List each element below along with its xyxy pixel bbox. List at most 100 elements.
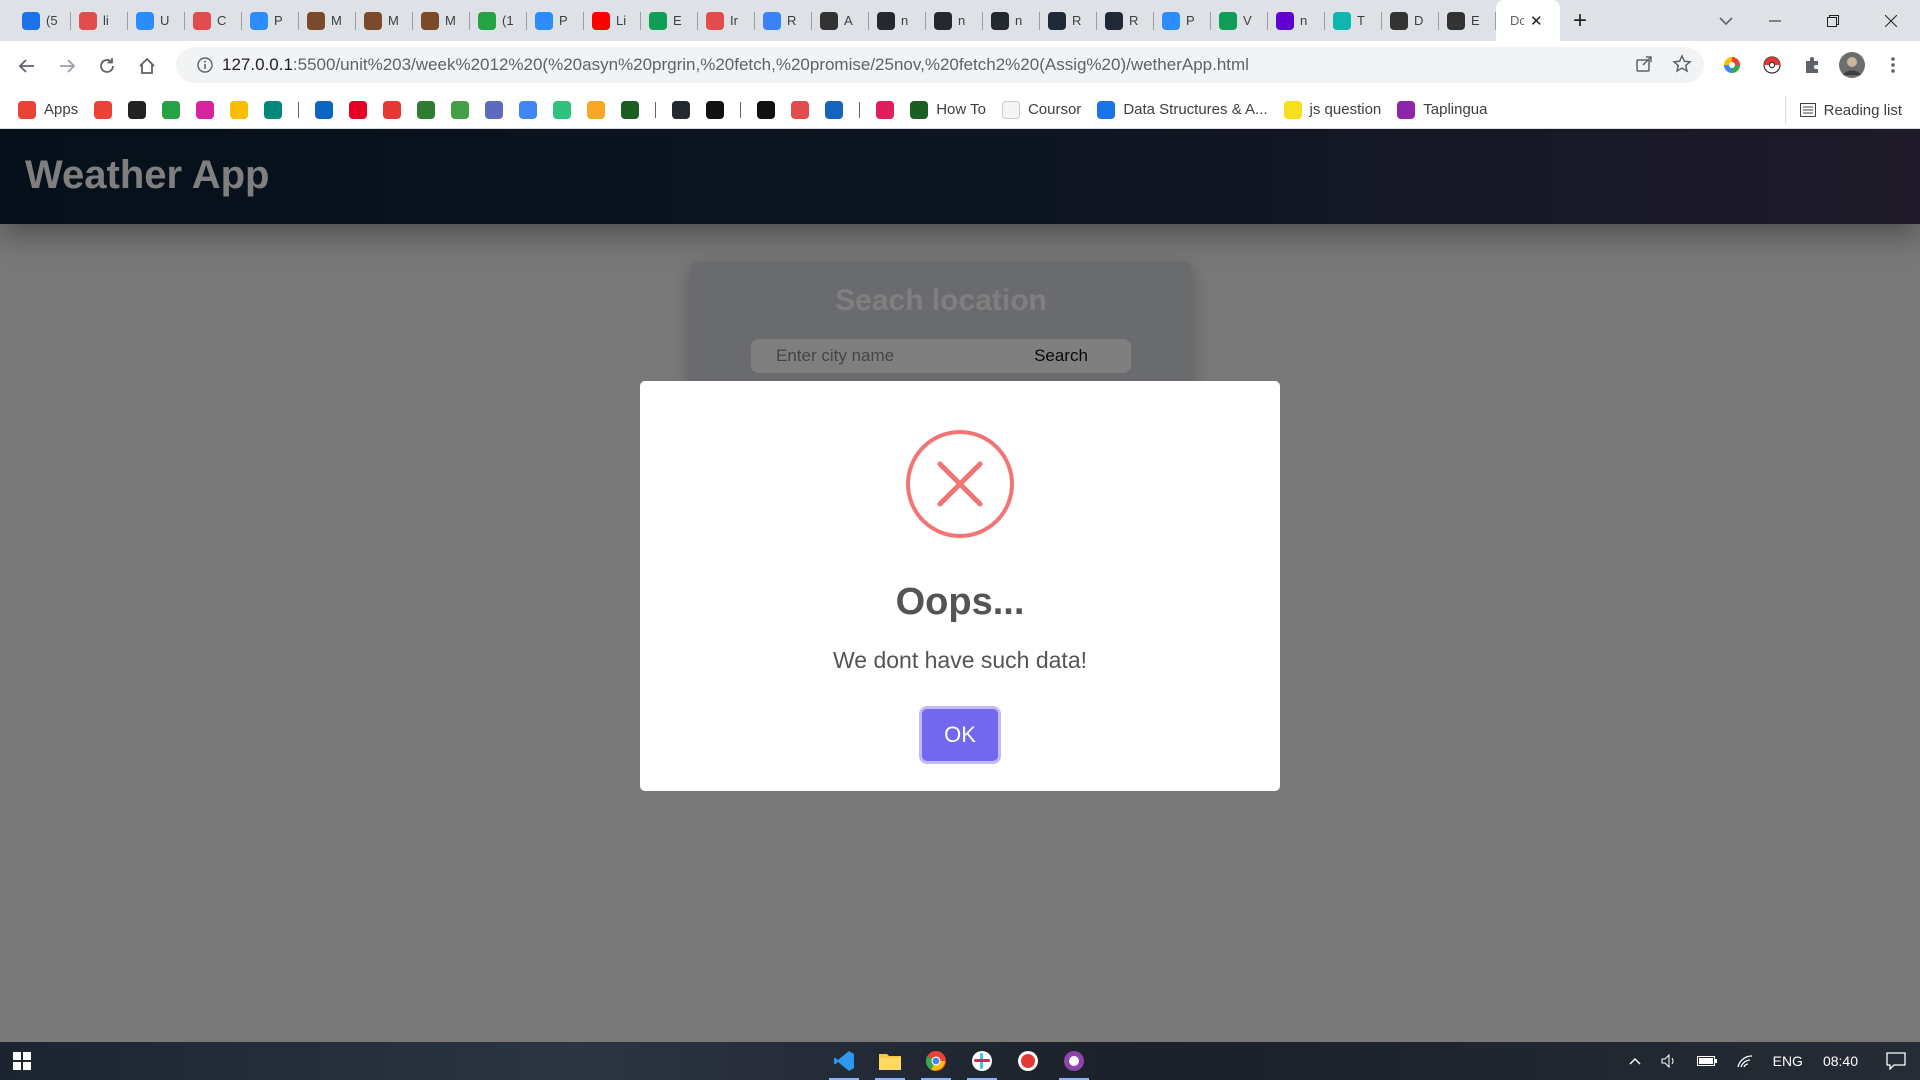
close-tab-icon[interactable]: ✕: [1530, 12, 1543, 30]
bookmark-item[interactable]: [825, 96, 844, 124]
bookmark-star-icon[interactable]: [1672, 54, 1692, 79]
address-bar[interactable]: 127.0.0.1:5500/unit%203/week%2012%20(%20…: [176, 47, 1704, 83]
bookmark-item[interactable]: [706, 96, 725, 124]
minimize-icon[interactable]: [1746, 0, 1804, 41]
back-icon[interactable]: [12, 51, 42, 81]
bookmark-item[interactable]: [94, 96, 113, 124]
browser-tab[interactable]: R: [755, 0, 812, 41]
bookmark-item[interactable]: [519, 96, 538, 124]
language-indicator[interactable]: ENG: [1773, 1053, 1803, 1069]
bookmark-favicon-icon: [230, 100, 249, 119]
bookmark-item[interactable]: Data Structures & A...: [1097, 96, 1268, 124]
browser-tab[interactable]: P: [1154, 0, 1211, 41]
close-window-icon[interactable]: [1862, 0, 1920, 41]
browser-tab[interactable]: T: [1325, 0, 1382, 41]
browser-tab[interactable]: Ir: [698, 0, 755, 41]
chrome-icon[interactable]: [913, 1042, 959, 1080]
browser-tab[interactable]: A: [812, 0, 869, 41]
tab-search-icon[interactable]: [1706, 0, 1746, 41]
browser-tab[interactable]: E: [641, 0, 698, 41]
vscode-icon[interactable]: [821, 1042, 867, 1080]
color-picker-extension-icon[interactable]: [1719, 52, 1745, 78]
bookmark-item[interactable]: js question: [1283, 96, 1381, 124]
volume-icon[interactable]: [1661, 1054, 1677, 1068]
windows-start-icon[interactable]: [0, 1042, 44, 1080]
bookmark-item[interactable]: [757, 96, 776, 124]
bookmark-item[interactable]: [349, 96, 368, 124]
dialog-message: We dont have such data!: [832, 647, 1088, 673]
record-icon[interactable]: [1005, 1042, 1051, 1080]
browser-tab[interactable]: P: [242, 0, 299, 41]
share-icon[interactable]: [1634, 54, 1654, 79]
ok-button[interactable]: OK: [922, 709, 998, 761]
browser-tab[interactable]: Li: [584, 0, 641, 41]
browser-tab[interactable]: M: [299, 0, 356, 41]
profile-avatar[interactable]: [1839, 52, 1865, 78]
bookmark-item[interactable]: [553, 96, 572, 124]
browser-tab[interactable]: n: [926, 0, 983, 41]
site-info-icon[interactable]: [188, 57, 222, 73]
bookmark-favicon-icon: [672, 100, 691, 119]
tab-title: R: [787, 13, 797, 28]
tab-title: R: [1072, 13, 1082, 28]
browser-tab[interactable]: R: [1097, 0, 1154, 41]
bookmark-favicon-icon: [706, 100, 725, 119]
extensions-puzzle-icon[interactable]: [1799, 52, 1825, 78]
pokeball-extension-icon[interactable]: [1759, 52, 1785, 78]
url-text: 127.0.0.1:5500/unit%203/week%2012%20(%20…: [222, 55, 1249, 75]
browser-tab[interactable]: P: [527, 0, 584, 41]
show-hidden-icons-icon[interactable]: [1629, 1057, 1641, 1065]
browser-tab[interactable]: E: [1439, 0, 1496, 41]
slack-icon[interactable]: [959, 1042, 1005, 1080]
bookmark-item[interactable]: [621, 96, 640, 124]
bookmark-item[interactable]: [485, 96, 504, 124]
file-explorer-icon[interactable]: [867, 1042, 913, 1080]
notifications-icon[interactable]: [1886, 1052, 1906, 1070]
reload-icon[interactable]: [92, 51, 122, 81]
clock[interactable]: 08:40: [1823, 1053, 1858, 1069]
bookmark-item[interactable]: [672, 96, 691, 124]
browser-tab[interactable]: M: [413, 0, 470, 41]
bookmark-item[interactable]: [383, 96, 402, 124]
browser-tab[interactable]: R: [1040, 0, 1097, 41]
restore-icon[interactable]: [1804, 0, 1862, 41]
bookmark-item[interactable]: [791, 96, 810, 124]
bookmark-item[interactable]: Taplingua: [1397, 96, 1487, 124]
browser-tab[interactable]: (1: [470, 0, 527, 41]
browser-tab[interactable]: (5: [14, 0, 71, 41]
bookmark-item[interactable]: [451, 96, 470, 124]
bookmark-item[interactable]: [417, 96, 436, 124]
bookmark-item[interactable]: [315, 96, 334, 124]
browser-tab[interactable]: n: [869, 0, 926, 41]
browser-tab[interactable]: n: [1268, 0, 1325, 41]
forward-icon[interactable]: [52, 51, 82, 81]
bookmark-item[interactable]: [128, 96, 147, 124]
browser-menu-icon[interactable]: [1880, 52, 1906, 78]
wifi-icon[interactable]: [1736, 1054, 1753, 1068]
browser-tab-active[interactable]: Dc ✕: [1496, 0, 1560, 41]
bookmark-item[interactable]: [587, 96, 606, 124]
reading-list-button[interactable]: Reading list: [1784, 96, 1902, 124]
browser-tab[interactable]: D: [1382, 0, 1439, 41]
bookmark-item[interactable]: [230, 96, 249, 124]
bookmark-item[interactable]: How To: [910, 96, 986, 124]
bookmark-item[interactable]: Apps: [18, 96, 78, 124]
browser-tab[interactable]: n: [983, 0, 1040, 41]
bookmark-item[interactable]: [264, 96, 283, 124]
github-desktop-icon[interactable]: [1051, 1042, 1097, 1080]
bookmark-favicon-icon: [264, 100, 283, 119]
bookmark-item[interactable]: [162, 96, 181, 124]
battery-icon[interactable]: [1696, 1055, 1717, 1067]
browser-tab[interactable]: U: [128, 0, 185, 41]
bookmark-item[interactable]: Coursor: [1001, 96, 1081, 124]
browser-tab[interactable]: V: [1211, 0, 1268, 41]
bookmark-item[interactable]: [876, 96, 895, 124]
bookmark-favicon-icon: [162, 100, 181, 119]
home-icon[interactable]: [132, 51, 162, 81]
bookmark-item[interactable]: [196, 96, 215, 124]
new-tab-icon[interactable]: +: [1560, 0, 1600, 41]
browser-tab[interactable]: C: [185, 0, 242, 41]
tab-favicon-icon: [136, 11, 154, 30]
browser-tab[interactable]: li: [71, 0, 128, 41]
browser-tab[interactable]: M: [356, 0, 413, 41]
